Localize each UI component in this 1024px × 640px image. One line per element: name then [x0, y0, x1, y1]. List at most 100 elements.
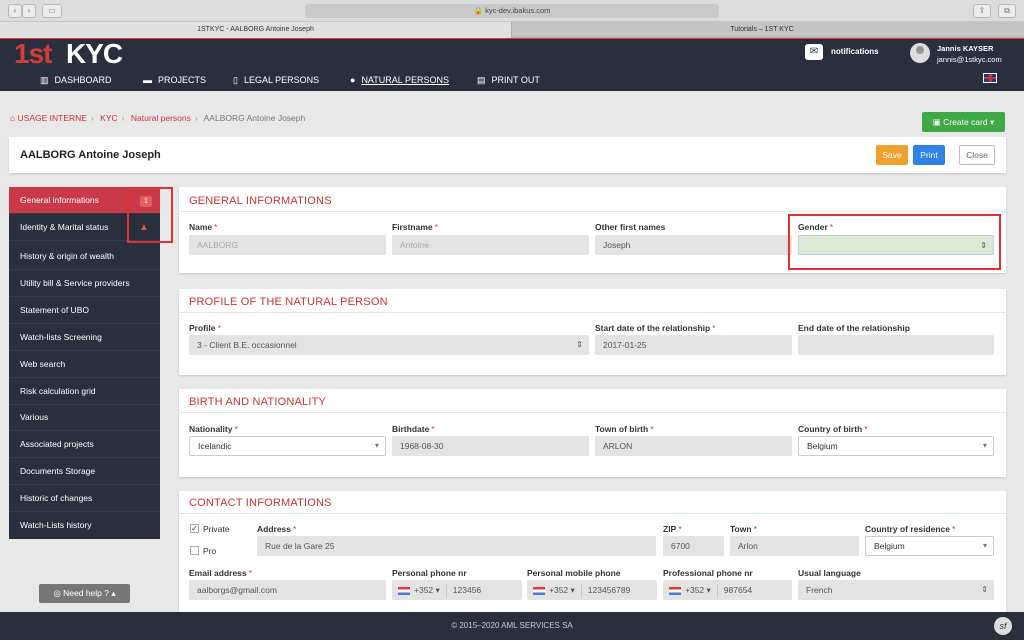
language-select[interactable]: French [798, 580, 994, 600]
town-label: Town * [730, 524, 757, 534]
sidebar-item-risk[interactable]: Risk calculation grid [9, 378, 160, 405]
caret-down-icon: ▾ [989, 117, 995, 127]
sidebar-item-web-search[interactable]: Web search [9, 351, 160, 378]
country-residence-label: Country of residence * [865, 524, 956, 534]
nav-dashboard[interactable]: ▥ DASHBOARD [40, 72, 112, 88]
pro-checkbox[interactable] [190, 546, 199, 555]
email-input[interactable]: aalborgs@gmail.com [189, 580, 386, 600]
sidebar-toggle-icon[interactable]: ▭ [42, 4, 62, 18]
nav-legal-persons[interactable]: ▯ LEGAL PERSONS [233, 72, 319, 88]
section-title: PROFILE OF THE NATURAL PERSON [189, 296, 388, 308]
building-icon: ▯ [233, 75, 238, 85]
close-button[interactable]: Close [959, 145, 995, 165]
divider [179, 513, 1006, 514]
sidebar-item-watchlist-history[interactable]: Watch-Lists history [9, 512, 160, 539]
private-checkbox[interactable]: ✓ [190, 524, 199, 533]
nationality-select[interactable]: Icelandic [189, 436, 386, 456]
profile-select[interactable]: 3 - Client B.E. occasionnel [189, 335, 589, 355]
envelope-icon[interactable]: ✉ [805, 44, 823, 60]
highlight-box [788, 214, 1001, 270]
logo[interactable]: 1st [14, 38, 52, 70]
town-of-birth-input[interactable]: ARLON [595, 436, 792, 456]
sidebar-item-historic[interactable]: Historic of changes [9, 485, 160, 512]
end-date-input[interactable] [798, 335, 994, 355]
create-card-button[interactable]: ▣ Create card ▾ [922, 112, 1005, 132]
divider [179, 312, 1006, 313]
sidebar-item-history-wealth[interactable]: History & origin of wealth [9, 243, 160, 270]
sidebar-item-ubo[interactable]: Statement of UBO [9, 297, 160, 324]
town-input[interactable]: Arlon [730, 536, 859, 556]
zip-input[interactable]: 6700 [663, 536, 724, 556]
uk-flag-icon[interactable] [983, 73, 997, 83]
sidebar-item-various[interactable]: Various [9, 404, 160, 431]
firstname-input[interactable]: Antoine [392, 235, 589, 255]
birthdate-input[interactable]: 1968-08-30 [392, 436, 589, 456]
lifebuoy-icon: ◎ [53, 588, 64, 598]
professional-phone-input[interactable]: +352 ▾ 987654 [663, 580, 792, 600]
highlight-box [127, 187, 173, 243]
user-name[interactable]: Jannis KAYSER [937, 44, 993, 53]
nav-natural-persons[interactable]: ● NATURAL PERSONS [350, 72, 449, 88]
country-of-birth-label: Country of birth * [798, 424, 868, 434]
browser-tab-active[interactable]: 1STKYC - AALBORG Antoine Joseph [0, 22, 512, 38]
zip-label: ZIP * [663, 524, 682, 534]
symfony-icon[interactable]: sf [994, 617, 1012, 635]
caret-up-icon: ▴ [111, 588, 116, 598]
mobile-phone-label: Personal mobile phone [527, 568, 621, 578]
breadcrumb-kyc[interactable]: KYC [100, 113, 117, 123]
name-label: Name * [189, 222, 218, 232]
tab-bar: 1STKYC - AALBORG Antoine Joseph Tutorial… [0, 22, 1024, 38]
page-title: AALBORG Antoine Joseph [20, 149, 161, 161]
firstname-label: Firstname * [392, 222, 438, 232]
print-button[interactable]: Print [913, 145, 945, 165]
language-label: Usual language [798, 568, 861, 578]
home-icon[interactable]: ⌂ [10, 113, 15, 123]
mobile-phone-input[interactable]: +352 ▾ 123456789 [527, 580, 657, 600]
need-help-button[interactable]: ◎ Need help ? ▴ [39, 584, 130, 603]
personal-phone-input[interactable]: +352 ▾ 123456 [392, 580, 522, 600]
sidebar-item-projects[interactable]: Associated projects [9, 431, 160, 458]
lu-flag-icon [533, 586, 545, 595]
sidebar-item-documents[interactable]: Documents Storage [9, 458, 160, 485]
avatar[interactable] [910, 43, 930, 63]
end-date-label: End date of the relationship [798, 323, 910, 333]
country-of-birth-select[interactable]: Belgium [798, 436, 994, 456]
breadcrumb-natural-persons[interactable]: Natural persons [131, 113, 191, 123]
private-label: Private [203, 524, 230, 534]
pro-label: Pro [203, 546, 217, 556]
logo-kyc[interactable]: KYC [66, 38, 123, 70]
professional-phone-label: Professional phone nr [663, 568, 753, 578]
lu-flag-icon [669, 586, 681, 595]
breadcrumb-home[interactable]: USAGE INTERNE [18, 113, 87, 123]
town-of-birth-label: Town of birth * [595, 424, 654, 434]
document-icon: ▤ [477, 75, 486, 85]
user-email: jannis@1stkyc.com [937, 55, 1002, 64]
share-icon[interactable]: ⇪ [973, 4, 991, 18]
user-icon: ● [350, 75, 356, 85]
back-icon[interactable]: ‹ [8, 4, 22, 18]
save-button[interactable]: Save [876, 145, 908, 165]
url-bar[interactable]: 🔒 kyc-dev.ibakus.com [305, 4, 719, 18]
nav-projects[interactable]: ▬ PROJECTS [143, 72, 206, 88]
start-date-input[interactable]: 2017-01-25 [595, 335, 792, 355]
footer: © 2015–2020 AML SERVICES SA [0, 612, 1024, 640]
section-title: BIRTH AND NATIONALITY [189, 396, 327, 408]
address-input[interactable]: Rue de la Gare 25 [257, 536, 656, 556]
lu-flag-icon [398, 586, 410, 595]
birthdate-label: Birthdate * [392, 424, 435, 434]
forward-icon[interactable]: › [22, 4, 36, 18]
sidebar-item-utility[interactable]: Utility bill & Service providers [9, 270, 160, 297]
other-names-input[interactable]: Joseph [595, 235, 792, 255]
url-text: kyc-dev.ibakus.com [485, 6, 551, 15]
sidebar-item-watchlists[interactable]: Watch-lists Screening [9, 324, 160, 351]
browser-tab-tutorials[interactable]: Tutorials – 1ST KYC [512, 22, 1012, 38]
tabs-icon[interactable]: ⧉ [998, 4, 1016, 18]
nationality-label: Nationality * [189, 424, 238, 434]
folder-icon: ▬ [143, 75, 152, 85]
name-input[interactable]: AALBORG [189, 235, 386, 255]
notifications-link[interactable]: notifications [831, 47, 879, 56]
nav-print-out[interactable]: ▤ PRINT OUT [477, 72, 540, 88]
divider [179, 211, 1006, 212]
breadcrumb-current: AALBORG Antoine Joseph [203, 113, 306, 123]
country-residence-select[interactable]: Belgium [865, 536, 994, 556]
